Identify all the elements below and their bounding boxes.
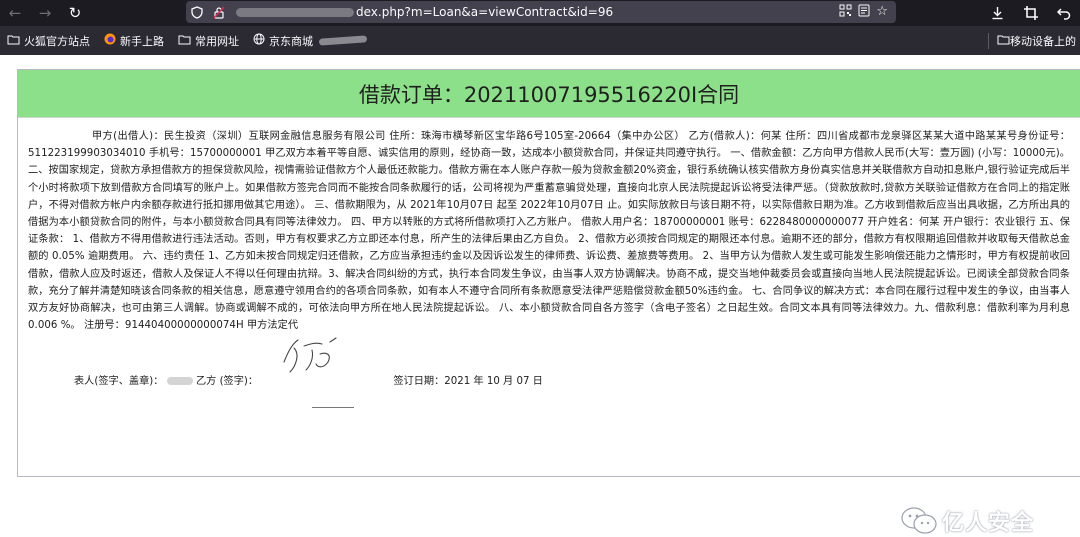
bookmark-label: 常用网址 [195,34,239,48]
folder-icon [997,34,1010,48]
bookmark-firefox-official[interactable]: 火狐官方站点 [0,30,97,52]
folder-icon [7,34,20,48]
folder-icon [178,34,191,48]
reader-view-icon[interactable] [858,4,870,21]
forward-arrow-icon[interactable]: → [30,0,60,26]
reload-icon[interactable]: ↻ [60,0,90,26]
wechat-logo-icon [901,507,937,534]
bookmark-redaction [318,35,368,46]
back-arrow-icon[interactable]: ← [0,0,30,26]
bookmark-jd-mall[interactable]: 京东商城 [246,30,374,52]
bookmark-getting-started[interactable]: 新手上路 [97,30,171,52]
downloads-icon[interactable] [981,0,1014,26]
bookmark-mobile-devices[interactable]: 移动设备上的 [989,33,1080,49]
contract-body: 甲方(出借人)：民生投资（深圳）互联网金融信息服务有限公司 住所：珠海市横琴新区… [28,131,1070,332]
bookmark-label: 京东商城 [269,34,313,48]
firefox-logo-icon [104,33,116,48]
watermark-text: 亿人安全 [942,511,1035,536]
contract-title: 借款订单：20211007195516220I合同 [18,70,1080,118]
sign-date: 签订日期：2021 年 10 月 07 日 [393,376,543,387]
bookmark-star-icon[interactable]: ☆ [876,4,888,21]
name-redaction [166,377,193,385]
url-redaction [236,8,354,17]
bookmark-label: 移动设备上的 [1010,34,1076,48]
signature-underline [312,407,354,408]
bookmark-common-sites[interactable]: 常用网址 [171,30,246,52]
party-a-sign-label: 表人(签字、盖章)： [74,376,164,387]
signature-row: 表人(签字、盖章)： 乙方 (签字)： 签订日期：2021 年 10 月 07 … [74,372,543,387]
address-bar[interactable]: dex.php?m=Loan&a=viewContract&id=96 ☆ [186,1,896,23]
undo-arrow-icon[interactable] [1047,0,1080,26]
crop-icon[interactable] [1014,0,1047,26]
qr-code-icon[interactable] [839,4,852,21]
bookmarks-toolbar: 火狐官方站点 新手上路 常用网址 京东商城 移动设备上的 [0,26,1080,55]
bookmark-label: 火狐官方站点 [24,34,90,48]
globe-icon [253,33,265,48]
contract-card: 借款订单：20211007195516220I合同 甲方(出借人)：民生投资（深… [17,69,1080,477]
watermark: 亿人安全 [900,505,1034,537]
page-content: 借款订单：20211007195516220I合同 甲方(出借人)：民生投资（深… [0,55,1080,536]
browser-toolbar: ← → ↻ dex.php?m=Loan&a=viewContract&id=9… [0,0,1080,26]
url-text[interactable]: dex.php?m=Loan&a=viewContract&id=96 [230,5,839,19]
bookmark-label: 新手上路 [120,34,164,48]
insecure-lock-icon[interactable] [208,1,230,23]
shield-icon[interactable] [186,1,208,23]
url-visible-part: dex.php?m=Loan&a=viewContract&id=96 [356,5,614,19]
party-b-sign-label: 乙方 (签字)： [195,376,259,387]
